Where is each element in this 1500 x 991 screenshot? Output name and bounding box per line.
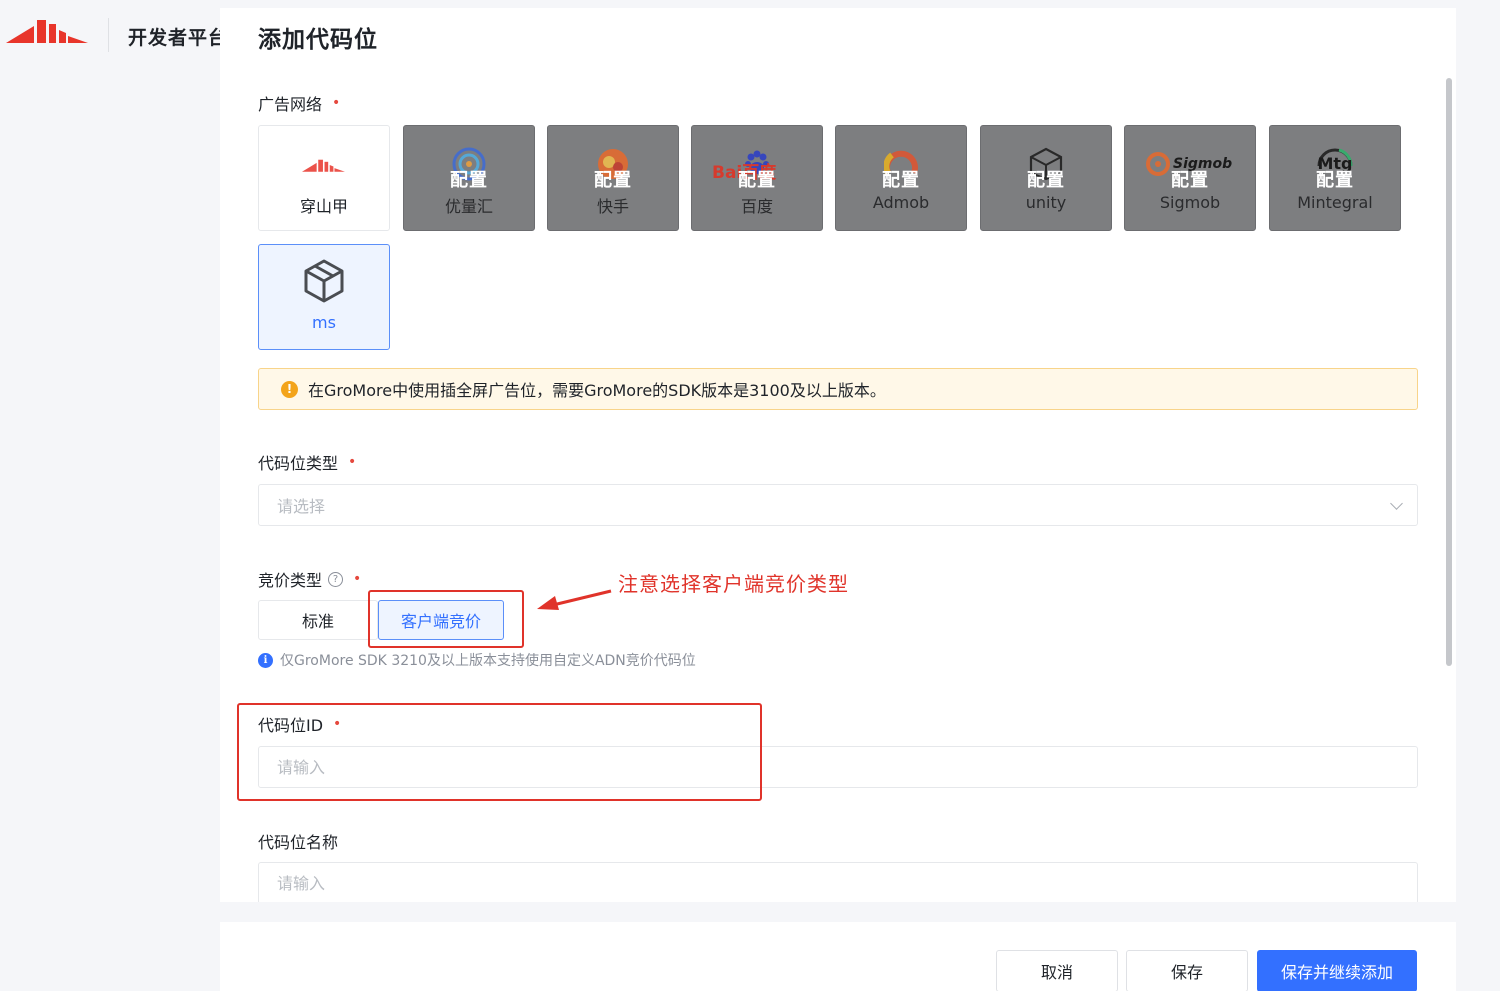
brand-divider [108,18,109,52]
brand-header: 开发者平台 [0,0,240,70]
save-button[interactable]: 保存 [1126,950,1248,991]
sdk-version-warning: ! 在GroMore中使用插全屏广告位，需要GroMore的SDK版本是3100… [258,368,1418,410]
annotation-box-client-bid [368,590,524,648]
network-card-kuaishou[interactable]: 配置 快手 [547,125,679,231]
info-icon: i [258,652,273,668]
network-name: Admob [872,193,930,212]
network-card-ms[interactable]: ms [258,244,390,350]
ad-network-label: 广告网络 • [258,95,341,114]
footer-bar: 取消 保存 保存并继续添加 [220,922,1456,991]
network-card-admob[interactable]: 配置 Admob [835,125,967,231]
slot-type-placeholder: 请选择 [277,497,326,516]
cancel-button[interactable]: 取消 [996,950,1118,991]
required-mark: • [353,571,362,587]
network-name: ms [312,313,336,332]
bid-type-label: 竞价类型 ? • [258,571,362,590]
config-label: 配置 [1027,170,1065,191]
config-label: 配置 [882,170,920,191]
config-label: 配置 [450,170,488,191]
network-card-baidu[interactable]: Bai百度 配置 百度 [691,125,823,231]
required-mark: • [332,95,341,111]
warning-icon: ! [281,380,298,398]
network-card-mintegral[interactable]: Mtg 配置 Mintegral [1269,125,1401,231]
package-box-icon [304,259,344,303]
network-name: 快手 [596,197,629,216]
network-card-sigmob[interactable]: Sigmob 配置 Sigmob [1124,125,1256,231]
config-label: 配置 [594,170,632,191]
network-name: Mintegral [1297,193,1373,212]
config-label: 配置 [1171,170,1209,191]
chevron-down-icon [1390,497,1403,510]
bid-type-note: i 仅GroMore SDK 3210及以上版本支持使用自定义ADN竞价代码位 [258,650,696,670]
slot-type-label: 代码位类型 • [258,454,357,473]
network-card-unity[interactable]: 配置 unity [980,125,1112,231]
network-name: 百度 [740,197,773,216]
brand-title: 开发者平台 [128,27,229,49]
network-card-ylh[interactable]: 配置 优量汇 [403,125,535,231]
config-label: 配置 [1316,170,1354,191]
page-title: 添加代码位 [258,27,378,53]
network-name: unity [1025,193,1067,212]
help-circle-icon[interactable]: ? [328,571,344,587]
required-mark: • [348,454,357,470]
pangle-logo-icon [6,20,88,43]
network-card-pangle[interactable]: 穿山甲 [258,125,390,231]
slot-type-select[interactable]: 请选择 [258,484,1418,526]
network-name: 穿山甲 [299,197,348,216]
bid-type-standard-option[interactable]: 标准 [258,600,378,640]
slot-name-input[interactable] [258,862,1418,902]
annotation-text: 注意选择客户端竞价类型 [618,572,849,596]
network-name: 优量汇 [444,197,493,216]
slot-name-label: 代码位名称 [258,833,339,852]
scrollbar-thumb[interactable] [1446,78,1452,666]
network-name: Sigmob [1159,193,1221,212]
save-and-continue-button[interactable]: 保存并继续添加 [1257,950,1417,991]
pangle-icon [302,159,345,172]
config-label: 配置 [738,170,776,191]
warning-text: 在GroMore中使用插全屏广告位，需要GroMore的SDK版本是3100及以… [308,381,886,400]
annotation-box-slot-id [237,703,762,801]
annotation-arrow-icon [537,589,612,610]
